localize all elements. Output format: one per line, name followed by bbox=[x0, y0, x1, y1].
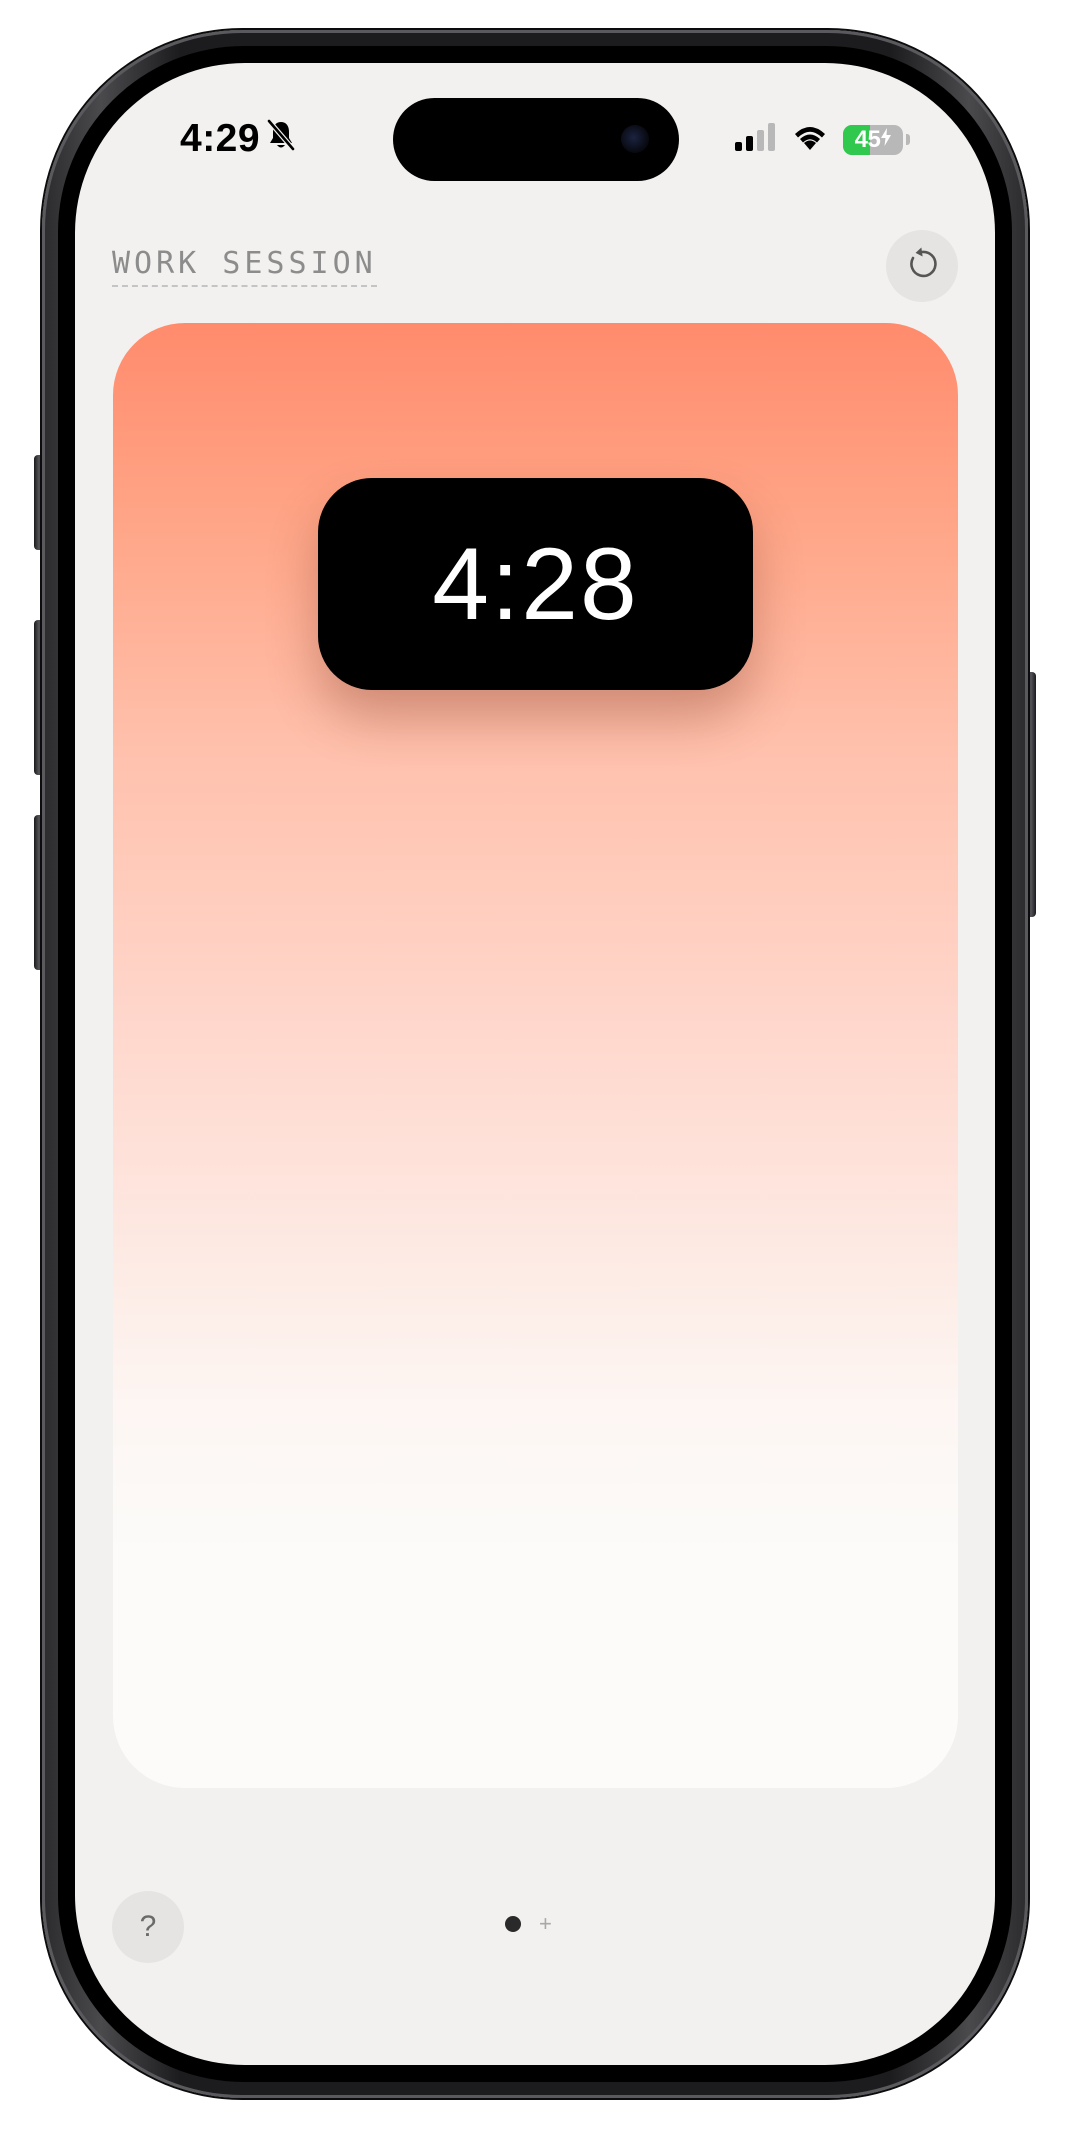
timer-pill[interactable]: 4:28 bbox=[318, 478, 753, 690]
status-time: 4:29 bbox=[180, 117, 261, 160]
help-button[interactable]: ? bbox=[112, 1891, 184, 1963]
front-camera bbox=[621, 125, 649, 153]
cellular-signal-icon bbox=[735, 123, 777, 156]
status-bar-time-group: 4:29 bbox=[180, 117, 296, 161]
session-title[interactable]: WORK SESSION bbox=[112, 246, 377, 287]
page-indicator[interactable]: + bbox=[505, 1913, 552, 1935]
dynamic-island bbox=[393, 98, 679, 181]
device-mockup: 4:29 45 WORK SESSION 4:28 ? + bbox=[0, 0, 1070, 2129]
timer-card[interactable]: 4:28 bbox=[113, 323, 958, 1788]
bell-slash-icon bbox=[266, 117, 296, 161]
add-page-button[interactable]: + bbox=[539, 1913, 552, 1935]
reset-arrow-icon bbox=[904, 246, 940, 287]
battery-indicator: 45 bbox=[843, 124, 903, 155]
app-screen: 4:29 45 WORK SESSION 4:28 ? + bbox=[75, 63, 995, 2065]
timer-display: 4:28 bbox=[432, 526, 639, 641]
page-dot-active[interactable] bbox=[505, 1916, 521, 1932]
reset-button[interactable] bbox=[886, 230, 958, 302]
battery-nub bbox=[906, 134, 910, 145]
help-label: ? bbox=[139, 1910, 157, 1943]
battery-percent: 45 bbox=[854, 125, 881, 153]
status-bar-indicators: 45 bbox=[735, 123, 910, 156]
bolt-icon bbox=[881, 128, 892, 151]
wifi-icon bbox=[791, 123, 829, 156]
